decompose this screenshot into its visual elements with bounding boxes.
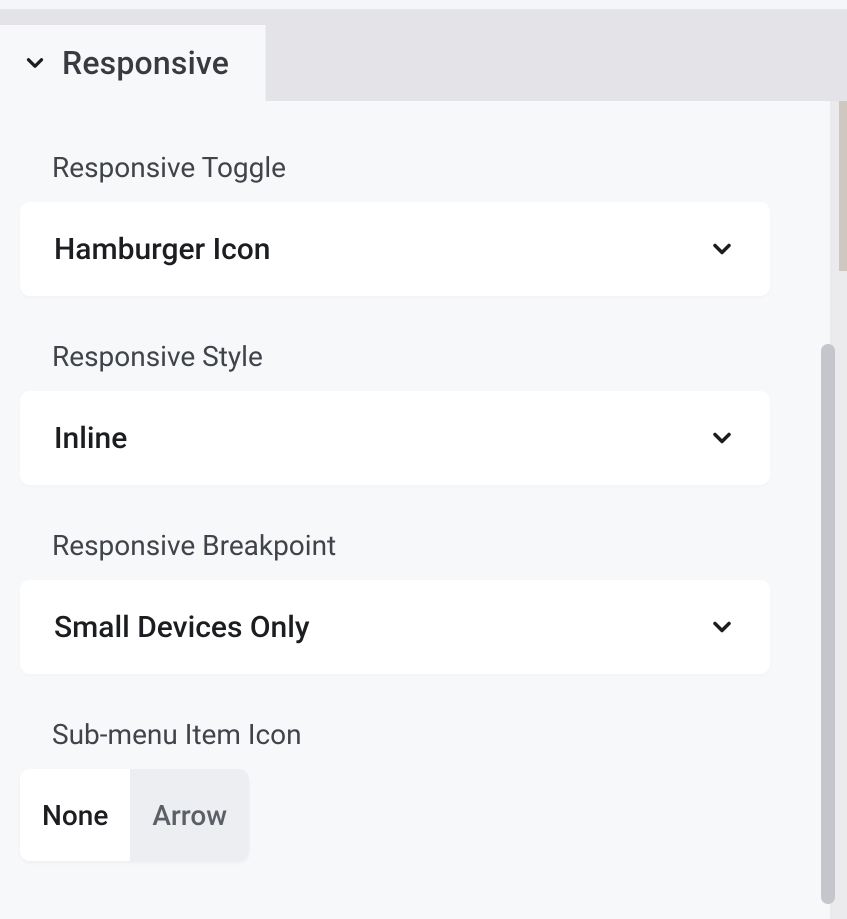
field-responsive-style: Responsive Style Inline xyxy=(50,340,806,485)
responsive-breakpoint-select[interactable]: Small Devices Only xyxy=(20,580,770,674)
chevron-down-icon xyxy=(708,235,736,263)
responsive-toggle-select[interactable]: Hamburger Icon xyxy=(20,202,770,296)
tab-bar: Responsive xyxy=(0,25,847,101)
chevron-down-icon xyxy=(22,50,48,76)
tab-responsive[interactable]: Responsive xyxy=(0,25,266,101)
settings-panel-shell: Responsive Responsive Toggle Hamburger I… xyxy=(0,0,847,919)
submenu-item-icon-segmented: None Arrow xyxy=(20,769,249,861)
scrollbar-thumb[interactable] xyxy=(821,344,835,904)
select-value: Hamburger Icon xyxy=(54,232,270,267)
field-label: Responsive Breakpoint xyxy=(50,529,806,562)
field-label: Sub-menu Item Icon xyxy=(50,718,806,751)
responsive-panel: Responsive Toggle Hamburger Icon Respons… xyxy=(0,101,830,919)
right-sliver xyxy=(839,101,847,271)
select-value: Inline xyxy=(54,421,127,456)
field-responsive-breakpoint: Responsive Breakpoint Small Devices Only xyxy=(50,529,806,674)
chevron-down-icon xyxy=(708,613,736,641)
responsive-style-select[interactable]: Inline xyxy=(20,391,770,485)
dark-bar xyxy=(0,10,847,25)
field-responsive-toggle: Responsive Toggle Hamburger Icon xyxy=(50,151,806,296)
segment-option-none[interactable]: None xyxy=(20,769,130,861)
top-strip xyxy=(0,0,847,10)
field-label: Responsive Toggle xyxy=(50,151,806,184)
field-submenu-item-icon: Sub-menu Item Icon None Arrow xyxy=(50,718,806,861)
segment-option-arrow[interactable]: Arrow xyxy=(130,769,249,861)
tab-title: Responsive xyxy=(62,44,229,82)
chevron-down-icon xyxy=(708,424,736,452)
select-value: Small Devices Only xyxy=(54,610,310,645)
field-label: Responsive Style xyxy=(50,340,806,373)
